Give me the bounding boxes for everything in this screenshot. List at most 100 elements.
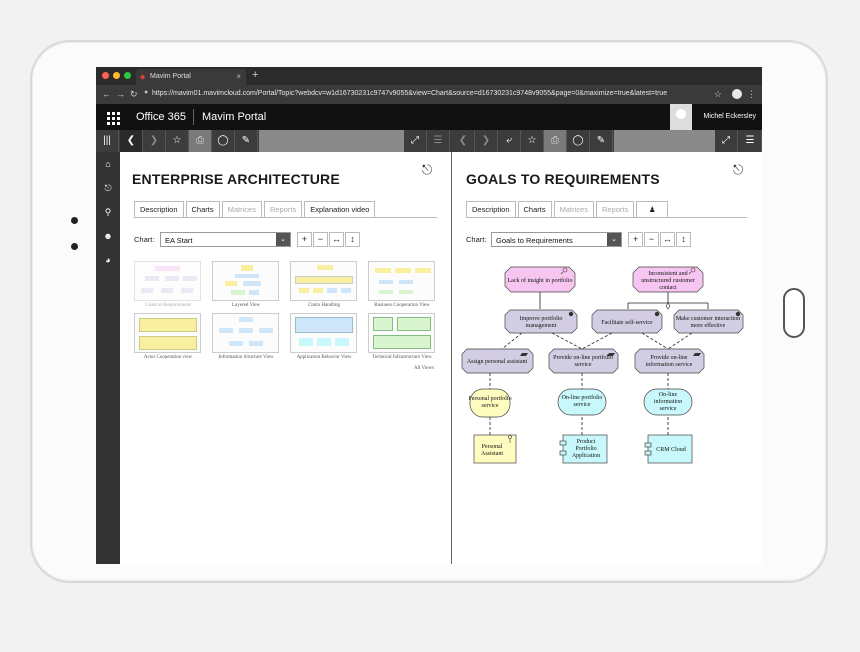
user-name[interactable]: Michel Eckersley <box>703 113 756 120</box>
browser-tab[interactable]: ◆ Mavim Portal × <box>136 69 246 85</box>
forward-icon[interactable]: → <box>116 89 125 99</box>
right-tab-person-icon[interactable]: ♟ <box>636 201 669 217</box>
app-launcher-icon[interactable] <box>96 104 128 130</box>
sensor-dot <box>71 243 78 250</box>
thumbnail-caption-2: Claim Handling <box>307 303 341 308</box>
thumbnail-layered[interactable] <box>212 261 279 301</box>
right-zoom-in-button[interactable]: + <box>628 232 643 247</box>
fit-width-button[interactable]: ↔ <box>329 232 344 247</box>
left-structure-icon[interactable]: ⎋ <box>422 162 432 178</box>
browser-menu-icon[interactable]: ⋮ <box>747 89 756 100</box>
right-print-icon[interactable]: ⎙ <box>544 130 567 152</box>
tree-nav-icon[interactable]: ⎋ <box>96 176 120 200</box>
back-icon[interactable]: ← <box>102 89 111 99</box>
side-navigation: ⌂ ⎋ ⚲ ☻ ◕ <box>96 152 120 564</box>
left-menu-icon[interactable]: ☰ <box>427 130 450 152</box>
close-window-icon[interactable] <box>102 72 109 79</box>
browser-tab-title: Mavim Portal <box>150 73 191 80</box>
tab-description[interactable]: Description <box>134 201 184 217</box>
right-pane: GOALS TO REQUIREMENTS ⎋ Description Char… <box>452 152 762 564</box>
tab-charts[interactable]: Charts <box>185 201 220 217</box>
url-field[interactable]: https://mavim01.mavimcloud.com/Portal/To… <box>152 90 667 97</box>
node-provport-2: service <box>575 362 592 368</box>
left-edit-icon[interactable]: ✎ <box>235 130 258 152</box>
thumbnail-claim[interactable] <box>290 261 357 301</box>
right-chevron-down-icon: ⌄ <box>607 233 621 246</box>
home-icon[interactable]: ⌂ <box>96 152 120 176</box>
fit-height-button[interactable]: ↕ <box>345 232 360 247</box>
node-ppa-3: Application <box>572 453 600 459</box>
search-icon[interactable]: ⚲ <box>96 200 120 224</box>
right-fit-height-button[interactable]: ↕ <box>676 232 691 247</box>
bookmark-star-icon[interactable]: ☆ <box>714 89 722 100</box>
menu-panels-icon[interactable]: ||| <box>96 130 119 152</box>
thumbnail-goals[interactable] <box>134 261 201 301</box>
thumbnail-technical[interactable] <box>368 313 435 353</box>
zoom-out-button[interactable]: − <box>313 232 328 247</box>
right-favorite-icon[interactable]: ☆ <box>521 130 544 152</box>
screen: ◆ Mavim Portal × + ← → ↻ ● https://mavim… <box>96 67 762 564</box>
right-chart-select-value: Goals to Requirements <box>496 236 573 245</box>
right-share-icon[interactable]: ⤶ <box>498 130 521 152</box>
right-tab-matrices[interactable]: Matrices <box>553 201 594 217</box>
browser-tab-bar: ◆ Mavim Portal × + <box>96 67 762 85</box>
minimize-window-icon[interactable] <box>113 72 120 79</box>
left-pane-title: ENTERPRISE ARCHITECTURE <box>132 171 340 187</box>
node-provinfo-2: information service <box>646 361 693 368</box>
goals-diagram[interactable]: Lack of insight in portfolio Inconsisten… <box>452 257 762 497</box>
left-favorite-icon[interactable]: ☆ <box>166 130 189 152</box>
office365-label[interactable]: Office 365 <box>136 111 186 123</box>
node-provinfo-1: Provide on-line <box>650 355 687 361</box>
thumbnail-actor[interactable] <box>134 313 201 353</box>
new-tab-icon[interactable]: + <box>252 69 258 81</box>
left-expand-icon[interactable]: ⤢ <box>404 130 427 152</box>
left-comment-icon[interactable]: ◯ <box>212 130 235 152</box>
right-back-icon[interactable]: ❮ <box>452 130 475 152</box>
user-icon[interactable]: ☻ <box>96 224 120 248</box>
right-toolbar-fill <box>614 130 715 152</box>
user-avatar[interactable] <box>670 104 692 130</box>
node-onport-1: On-line portfolio <box>562 394 603 401</box>
right-chart-select[interactable]: Goals to Requirements ⌄ <box>491 232 622 247</box>
thumbnail-application[interactable] <box>290 313 357 353</box>
tab-reports[interactable]: Reports <box>263 201 303 217</box>
reload-icon[interactable]: ↻ <box>130 89 138 100</box>
right-structure-icon[interactable]: ⎋ <box>733 162 743 178</box>
chart-select[interactable]: EA Start ⌄ <box>160 232 291 247</box>
tab-explanation-video[interactable]: Explanation video <box>304 201 376 217</box>
right-forward-icon[interactable]: ❯ <box>475 130 498 152</box>
left-pane: ENTERPRISE ARCHITECTURE ⎋ Description Ch… <box>120 152 451 564</box>
right-zoom-out-button[interactable]: − <box>644 232 659 247</box>
right-chart-label: Chart: <box>466 235 487 244</box>
thumbnail-caption-0: Goals to Requirements <box>145 303 191 308</box>
right-comment-icon[interactable]: ◯ <box>567 130 590 152</box>
portal-label[interactable]: Mavim Portal <box>202 111 266 123</box>
maximize-window-icon[interactable] <box>124 72 131 79</box>
zoom-in-button[interactable]: + <box>297 232 312 247</box>
node-perserv-2: service <box>482 403 499 409</box>
right-expand-icon[interactable]: ⤢ <box>715 130 738 152</box>
right-tab-charts[interactable]: Charts <box>517 201 552 217</box>
right-fit-width-button[interactable]: ↔ <box>660 232 675 247</box>
right-menu-icon[interactable]: ☰ <box>739 130 762 152</box>
home-button[interactable] <box>783 288 805 338</box>
left-forward-icon[interactable]: ❯ <box>143 130 166 152</box>
right-tab-reports[interactable]: Reports <box>595 201 635 217</box>
thumbnail-information[interactable] <box>212 313 279 353</box>
camera-dot <box>71 217 78 224</box>
profile-icon[interactable] <box>732 89 742 99</box>
node-inconsistent-3: contact <box>659 285 677 291</box>
left-tabs: Description Charts Matrices Reports Expl… <box>134 201 437 218</box>
right-tab-description[interactable]: Description <box>466 201 516 217</box>
dashboard-icon[interactable]: ◕ <box>96 248 120 272</box>
all-views-link[interactable]: All Views <box>414 366 434 371</box>
close-tab-icon[interactable]: × <box>236 72 241 81</box>
left-back-icon[interactable]: ❮ <box>120 130 143 152</box>
node-improve-1: Improve portfolio <box>520 315 563 322</box>
tab-matrices[interactable]: Matrices <box>221 201 262 217</box>
window-controls[interactable] <box>102 72 131 79</box>
left-print-icon[interactable]: ⎙ <box>189 130 212 152</box>
node-ppa-2: Portfolio <box>575 445 596 452</box>
right-edit-icon[interactable]: ✎ <box>590 130 613 152</box>
thumbnail-business[interactable] <box>368 261 435 301</box>
